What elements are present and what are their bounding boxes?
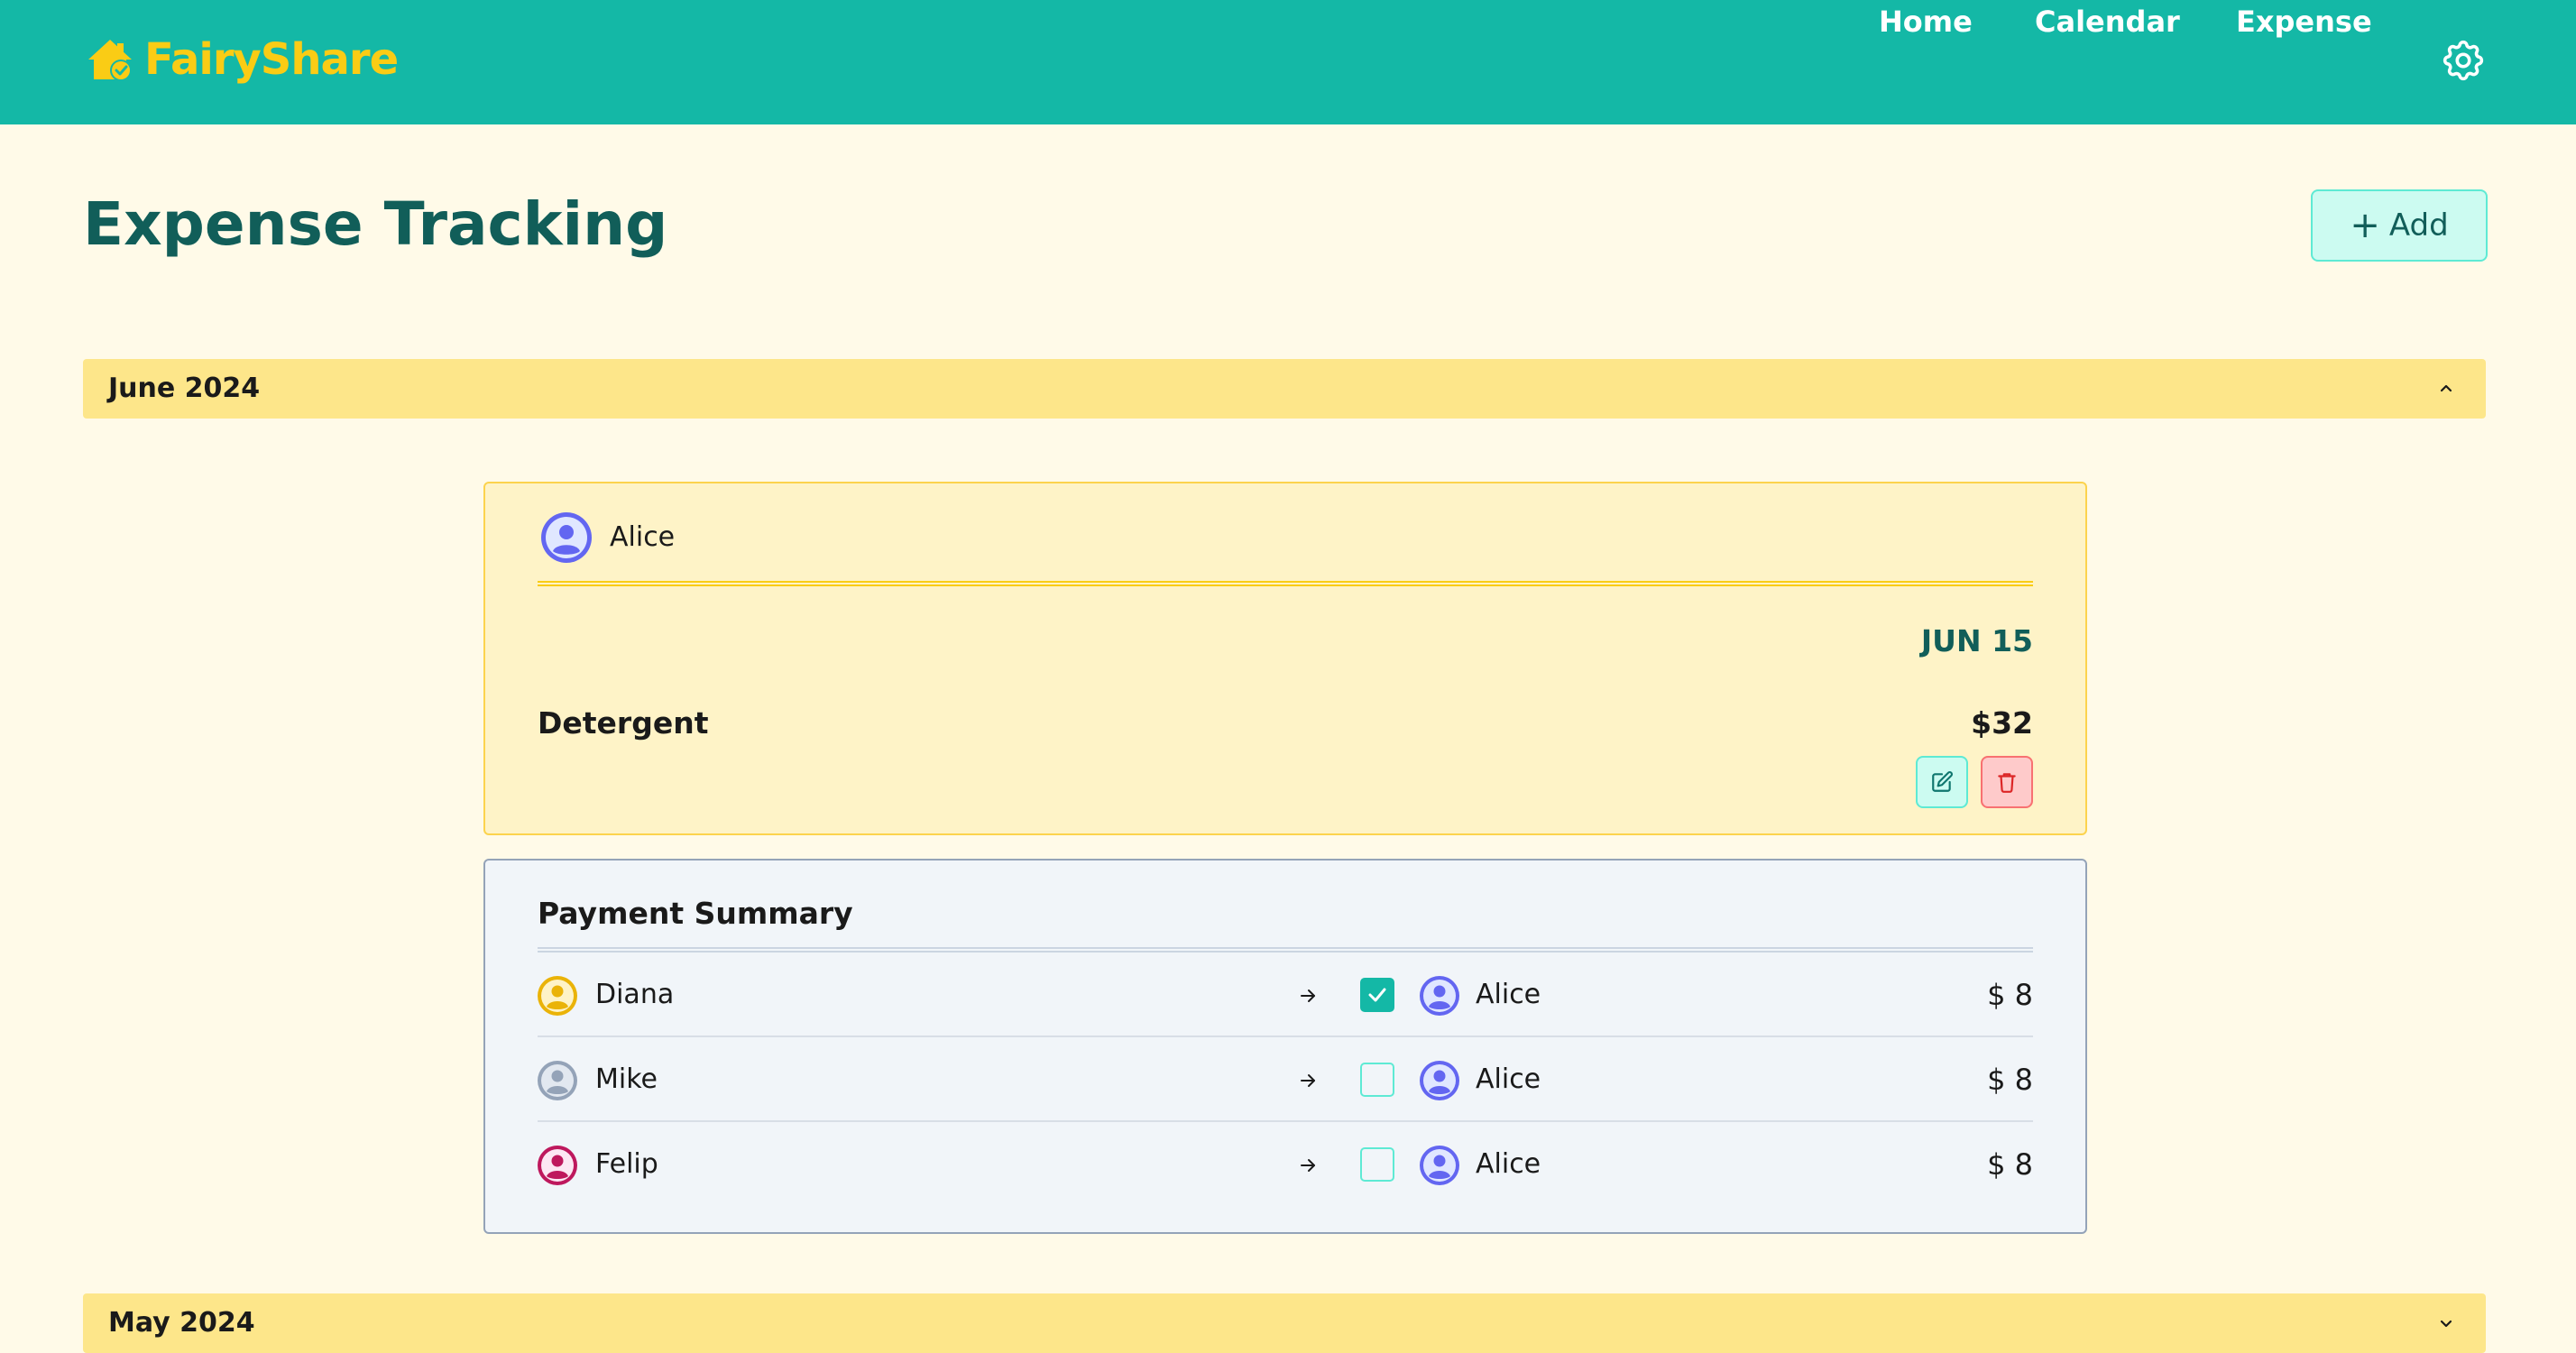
settled-checkbox[interactable] [1360,1147,1394,1182]
card-divider [538,581,2033,586]
month-header-june-2024[interactable]: June 2024 [83,359,2486,419]
month-label: May 2024 [108,1307,255,1339]
delete-expense-button[interactable] [1981,756,2033,808]
payee-to: Alice [1476,979,1541,1010]
house-check-icon [88,40,132,81]
month-header-may-2024[interactable]: May 2024 [83,1293,2486,1353]
gear-icon [2443,40,2484,81]
user-avatar-icon [538,976,577,1016]
expense-date: JUN 15 [1920,623,2033,658]
expense-card: Alice JUN 15 Detergent $32 [483,482,2087,835]
user-avatar-icon [541,512,592,563]
settled-checkbox[interactable] [1360,978,1394,1012]
add-expense-button[interactable]: + Add [2311,189,2488,262]
payee-to: Alice [1476,1063,1541,1095]
arrow-right-icon [1297,985,1319,1007]
payment-summary-title: Payment Summary [538,896,853,931]
app-name: FairyShare [144,34,399,85]
edit-icon [1932,771,1953,792]
payment-amount: $ 8 [1987,1147,2033,1182]
app-logo[interactable]: FairyShare [83,31,399,88]
payee-to: Alice [1476,1148,1541,1180]
chevron-up-icon [2435,378,2457,400]
page-title: Expense Tracking [83,189,668,259]
user-avatar-icon [538,1146,577,1185]
plus-icon: + [2350,205,2380,246]
user-avatar-icon [1420,976,1459,1016]
settings-button[interactable] [2439,36,2488,85]
add-button-label: Add [2388,207,2449,244]
payment-row: Felip Alice $ 8 [538,1122,2033,1207]
payment-summary-card: Payment Summary Diana Alice $ 8 Mike Ali… [483,859,2087,1234]
settled-checkbox[interactable] [1360,1063,1394,1097]
payer-from: Felip [595,1148,658,1180]
edit-expense-button[interactable] [1916,756,1968,808]
top-navbar: FairyShare Home Calendar Expense [0,0,2576,124]
chevron-down-icon [2435,1312,2457,1334]
nav-calendar[interactable]: Calendar [2035,0,2180,43]
trash-icon [1998,773,2016,793]
expense-amount: $32 [1971,705,2033,741]
nav-home[interactable]: Home [1879,0,1973,43]
user-avatar-icon [1420,1061,1459,1100]
month-label: June 2024 [108,373,261,404]
check-icon [1368,988,1386,1002]
user-avatar-icon [538,1061,577,1100]
payment-amount: $ 8 [1987,1063,2033,1097]
nav-expense[interactable]: Expense [2236,0,2372,43]
payer-from: Mike [595,1063,658,1095]
payment-row: Diana Alice $ 8 [538,953,2033,1037]
payer-from: Diana [595,979,675,1010]
expense-description: Detergent [538,705,709,741]
user-avatar-icon [1420,1146,1459,1185]
payment-amount: $ 8 [1987,978,2033,1012]
payment-row: Mike Alice $ 8 [538,1037,2033,1122]
arrow-right-icon [1297,1070,1319,1091]
arrow-right-icon [1297,1155,1319,1176]
payer-name: Alice [610,521,676,553]
